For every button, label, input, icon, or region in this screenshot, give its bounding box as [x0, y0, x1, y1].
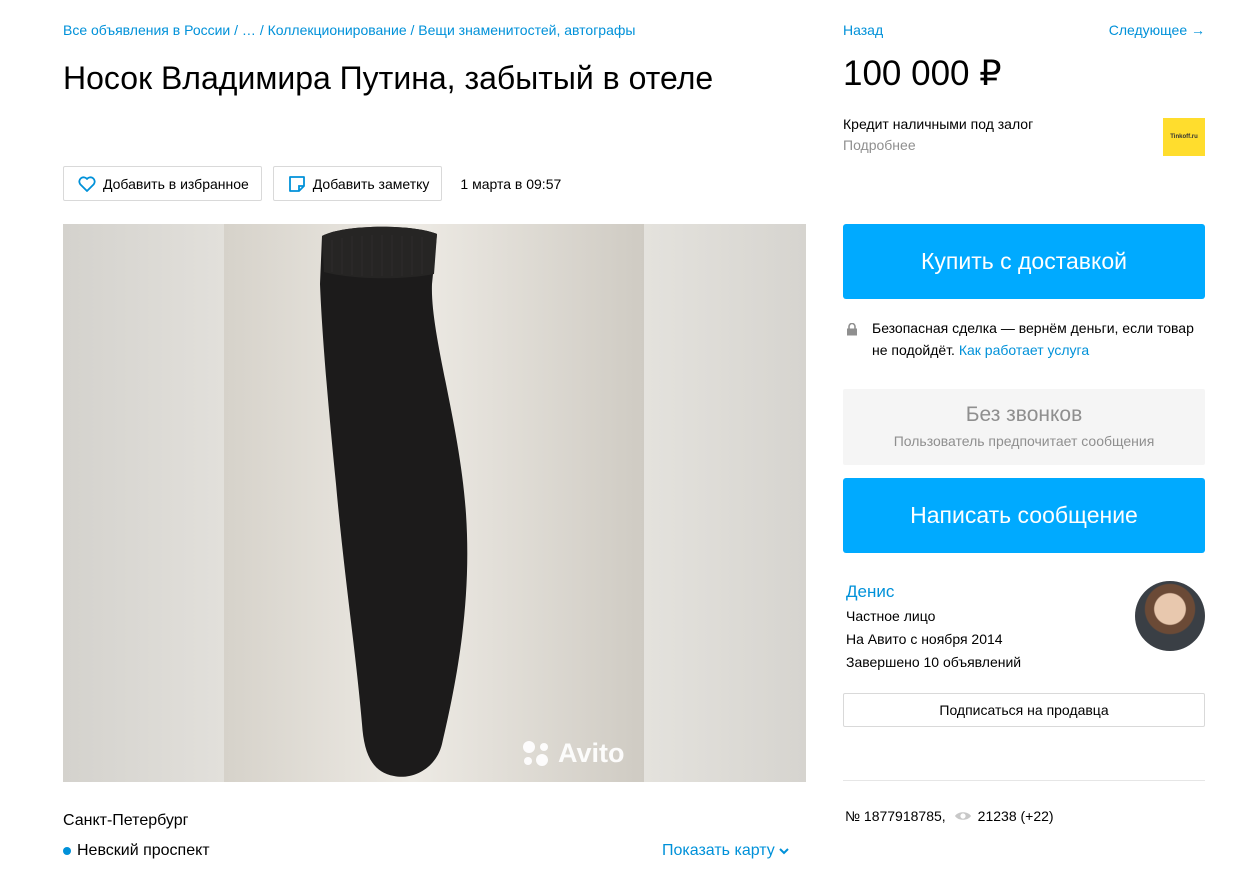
no-calls-title: Без звонков — [965, 403, 1083, 426]
heart-icon — [78, 175, 96, 192]
sock-image — [224, 224, 644, 782]
seller-completed: Завершено 10 объявлений — [846, 654, 1022, 670]
eye-icon — [954, 810, 972, 822]
no-calls-notice: Без звонков Пользователь предпочитает со… — [843, 389, 1205, 465]
listing-stats: № 1877918785, 21238 (+22) — [845, 808, 1054, 824]
show-map-link[interactable]: Показать карту — [662, 842, 789, 860]
back-link[interactable]: Назад — [843, 22, 883, 38]
safe-deal-info: Безопасная сделка — вернём деньги, если … — [846, 317, 1208, 361]
chevron-down-icon — [779, 847, 789, 855]
publish-date: 1 марта в 09:57 — [460, 175, 562, 192]
tinkoff-logo: Tinkoff.ru — [1163, 118, 1205, 156]
metro-station: Невский проспект — [63, 842, 210, 860]
divider — [843, 780, 1205, 781]
lock-icon — [846, 317, 860, 361]
listing-id: № 1877918785, — [845, 808, 946, 824]
next-listing-link[interactable]: Следующее → — [1109, 22, 1205, 38]
add-to-favorites-button[interactable]: Добавить в избранное — [63, 166, 262, 201]
gallery-blur-right — [644, 224, 806, 782]
add-to-favorites-label: Добавить в избранное — [103, 175, 249, 192]
add-note-button[interactable]: Добавить заметку — [272, 166, 443, 201]
buy-with-delivery-button[interactable]: Купить с доставкой — [843, 224, 1205, 299]
page-title: Носок Владимира Путина, забытый в отеле — [63, 60, 714, 96]
avatar[interactable] — [1135, 581, 1205, 651]
credit-more-link[interactable]: Подробнее — [843, 137, 1205, 153]
how-service-works-link[interactable]: Как работает услуга — [959, 342, 1089, 358]
note-icon — [288, 175, 306, 193]
photo-gallery[interactable] — [63, 224, 806, 782]
gallery-blur-left — [63, 224, 224, 782]
credit-ad[interactable]: Кредит наличными под залог Подробнее Tin… — [843, 116, 1205, 158]
listing-actions: Добавить в избранное Добавить заметку 1 … — [63, 166, 561, 201]
view-count: 21238 (+22) — [977, 808, 1054, 824]
price: 100 000 ₽ — [843, 54, 1002, 93]
metro-dot-icon — [63, 847, 71, 855]
add-note-label: Добавить заметку — [312, 175, 430, 192]
listing-photo[interactable] — [224, 224, 644, 782]
no-calls-subtitle: Пользователь предпочитает сообщения — [893, 433, 1155, 449]
metro-name: Невский проспект — [77, 842, 210, 859]
breadcrumb[interactable]: Все объявления в России / … / Коллекцион… — [63, 22, 635, 38]
watermark-text: Avito — [558, 737, 625, 768]
subscribe-seller-button[interactable]: Подписаться на продавца — [843, 693, 1205, 727]
avito-watermark: Avito — [520, 735, 640, 771]
avito-logo-icon — [523, 741, 548, 766]
write-message-button[interactable]: Написать сообщение — [843, 478, 1205, 553]
show-map-label: Показать карту — [662, 842, 775, 859]
city: Санкт-Петербург — [63, 812, 189, 829]
credit-title: Кредит наличными под залог — [843, 116, 1034, 132]
